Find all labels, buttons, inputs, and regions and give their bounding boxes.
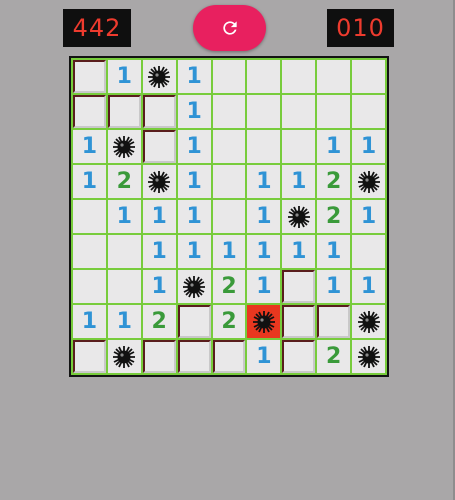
cell-unrevealed[interactable]	[142, 130, 176, 163]
cell-number[interactable]: 1	[107, 60, 141, 93]
refresh-icon	[222, 21, 237, 35]
cell-number[interactable]: 1	[142, 270, 176, 303]
cell-mine[interactable]	[177, 270, 211, 303]
cell-empty[interactable]	[352, 95, 385, 128]
cell-exploded-mine[interactable]	[247, 305, 281, 338]
cell-number[interactable]: 1	[107, 200, 141, 233]
mine-icon	[148, 65, 171, 88]
cell-number[interactable]: 1	[317, 130, 351, 163]
cell-empty[interactable]	[282, 95, 316, 128]
cell-number[interactable]: 1	[212, 235, 246, 268]
cell-empty[interactable]	[212, 95, 246, 128]
cell-number[interactable]: 2	[317, 340, 351, 373]
cell-number[interactable]: 1	[352, 130, 385, 163]
cell-empty[interactable]	[317, 60, 351, 93]
cell-mine[interactable]	[142, 60, 176, 93]
cell-number[interactable]: 1	[73, 130, 106, 163]
cell-unrevealed[interactable]	[177, 305, 211, 338]
mine-icon	[357, 170, 380, 193]
cell-number[interactable]: 1	[352, 200, 385, 233]
cell-number[interactable]: 1	[177, 200, 211, 233]
minefield-grid: 111111112111211112111111112111112212	[71, 58, 387, 375]
timer-display: 010	[327, 9, 394, 47]
cell-number[interactable]: 1	[247, 235, 281, 268]
cell-unrevealed[interactable]	[212, 340, 246, 373]
reset-button[interactable]	[193, 5, 266, 51]
mine-icon	[113, 345, 136, 368]
cell-number[interactable]: 2	[107, 165, 141, 198]
cell-empty[interactable]	[212, 130, 246, 163]
cell-unrevealed[interactable]	[142, 95, 176, 128]
cell-number[interactable]: 1	[247, 340, 281, 373]
cell-unrevealed[interactable]	[317, 305, 351, 338]
cell-number[interactable]: 1	[282, 235, 316, 268]
mine-icon	[287, 205, 310, 228]
cell-empty[interactable]	[247, 60, 281, 93]
cell-mine[interactable]	[352, 305, 385, 338]
mine-icon	[357, 310, 380, 333]
cell-empty[interactable]	[317, 95, 351, 128]
mine-counter: 442	[63, 9, 131, 47]
cell-unrevealed[interactable]	[282, 340, 316, 373]
cell-empty[interactable]	[73, 270, 106, 303]
cell-empty[interactable]	[247, 130, 281, 163]
cell-mine[interactable]	[282, 200, 316, 233]
cell-unrevealed[interactable]	[282, 305, 316, 338]
cell-unrevealed[interactable]	[282, 270, 316, 303]
cell-mine[interactable]	[142, 165, 176, 198]
cell-empty[interactable]	[212, 200, 246, 233]
cell-number[interactable]: 1	[177, 130, 211, 163]
cell-number[interactable]: 1	[73, 165, 106, 198]
cell-number[interactable]: 2	[212, 305, 246, 338]
cell-empty[interactable]	[73, 200, 106, 233]
cell-number[interactable]: 1	[107, 305, 141, 338]
cell-number[interactable]: 2	[317, 165, 351, 198]
game-board: 111111112111211112111111112111112212	[69, 56, 389, 377]
cell-empty[interactable]	[212, 60, 246, 93]
cell-empty[interactable]	[107, 235, 141, 268]
cell-empty[interactable]	[352, 235, 385, 268]
cell-number[interactable]: 1	[247, 270, 281, 303]
cell-unrevealed[interactable]	[142, 340, 176, 373]
cell-empty[interactable]	[352, 60, 385, 93]
mine-icon	[113, 135, 136, 158]
cell-empty[interactable]	[212, 165, 246, 198]
cell-unrevealed[interactable]	[73, 60, 106, 93]
cell-number[interactable]: 2	[142, 305, 176, 338]
cell-number[interactable]: 1	[142, 235, 176, 268]
cell-number[interactable]: 1	[142, 200, 176, 233]
cell-number[interactable]: 1	[352, 270, 385, 303]
cell-unrevealed[interactable]	[177, 340, 211, 373]
cell-empty[interactable]	[73, 235, 106, 268]
cell-empty[interactable]	[107, 270, 141, 303]
mine-icon	[357, 345, 380, 368]
cell-number[interactable]: 1	[73, 305, 106, 338]
cell-mine[interactable]	[107, 340, 141, 373]
cell-unrevealed[interactable]	[73, 95, 106, 128]
cell-number[interactable]: 1	[177, 235, 211, 268]
cell-number[interactable]: 1	[177, 95, 211, 128]
cell-mine[interactable]	[352, 340, 385, 373]
cell-unrevealed[interactable]	[107, 95, 141, 128]
cell-number[interactable]: 1	[317, 235, 351, 268]
mine-icon	[252, 310, 275, 333]
cell-unrevealed[interactable]	[73, 340, 106, 373]
cell-number[interactable]: 2	[317, 200, 351, 233]
mine-icon	[183, 275, 206, 298]
cell-number[interactable]: 1	[177, 60, 211, 93]
cell-empty[interactable]	[282, 130, 316, 163]
cell-mine[interactable]	[107, 130, 141, 163]
cell-number[interactable]: 1	[247, 200, 281, 233]
cell-mine[interactable]	[352, 165, 385, 198]
cell-number[interactable]: 1	[317, 270, 351, 303]
cell-number[interactable]: 1	[282, 165, 316, 198]
cell-empty[interactable]	[282, 60, 316, 93]
cell-empty[interactable]	[247, 95, 281, 128]
cell-number[interactable]: 1	[247, 165, 281, 198]
cell-number[interactable]: 2	[212, 270, 246, 303]
mine-icon	[148, 170, 171, 193]
cell-number[interactable]: 1	[177, 165, 211, 198]
